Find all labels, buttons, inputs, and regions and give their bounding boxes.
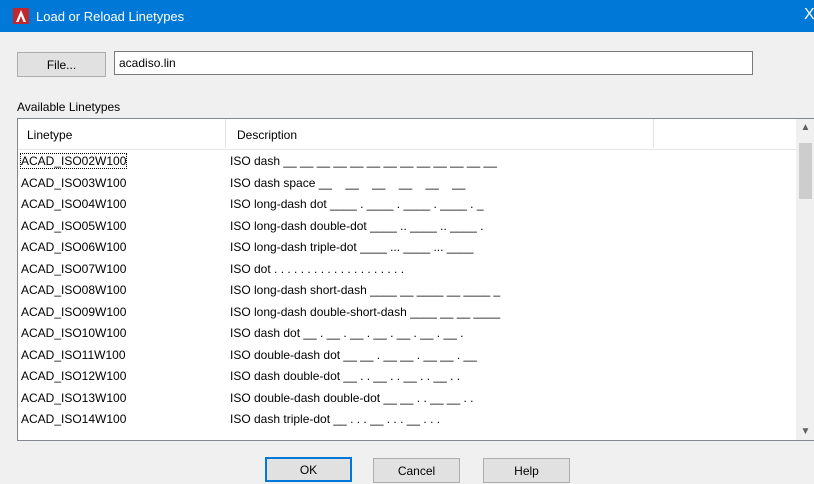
file-button[interactable]: File... bbox=[17, 52, 106, 77]
cancel-button[interactable]: Cancel bbox=[373, 458, 460, 483]
linetype-list[interactable]: Linetype Description ACAD_ISO02W100 ISO … bbox=[17, 118, 814, 441]
window-title: Load or Reload Linetypes bbox=[36, 9, 185, 24]
list-item[interactable]: ACAD_ISO11W100 ISO double-dash dot __ __… bbox=[18, 345, 798, 367]
title-bar: Load or Reload Linetypes X bbox=[0, 0, 814, 32]
vertical-scrollbar[interactable]: ▲ ▼ bbox=[796, 119, 814, 440]
linetype-description: ISO dash triple-dot __ . . . __ . . . __… bbox=[230, 412, 441, 426]
list-item[interactable]: ACAD_ISO12W100 ISO dash double-dot __ . … bbox=[18, 366, 798, 388]
linetype-name: ACAD_ISO03W100 bbox=[21, 175, 127, 190]
list-item[interactable]: ACAD_ISO05W100 ISO long-dash double-dot … bbox=[18, 216, 798, 238]
list-item[interactable]: ACAD_ISO08W100 ISO long-dash short-dash … bbox=[18, 280, 798, 302]
linetype-description: ISO dash space __ __ __ __ __ __ bbox=[230, 175, 466, 190]
linetype-name: ACAD_ISO09W100 bbox=[21, 304, 127, 319]
linetype-name: ACAD_ISO06W100 bbox=[21, 240, 127, 254]
linetype-name: ACAD_ISO11W100 bbox=[21, 347, 126, 362]
linetype-description: ISO dot . . . . . . . . . . . . . . . . … bbox=[230, 261, 405, 276]
column-divider[interactable] bbox=[653, 119, 654, 148]
column-header-description[interactable]: Description bbox=[237, 128, 297, 142]
list-item[interactable]: ACAD_ISO14W100 ISO dash triple-dot __ . … bbox=[18, 409, 798, 431]
linetype-description: ISO long-dash short-dash ____ __ ____ __… bbox=[230, 283, 501, 297]
close-icon[interactable]: X bbox=[804, 6, 814, 24]
list-item[interactable]: ACAD_ISO13W100 ISO double-dash double-do… bbox=[18, 388, 798, 410]
linetype-name: ACAD_ISO14W100 bbox=[21, 412, 127, 426]
list-item[interactable]: ACAD_ISO02W100 ISO dash __ __ __ __ __ _… bbox=[18, 151, 798, 173]
linetype-description: ISO dash dot __ . __ . __ . __ . __ . __… bbox=[230, 326, 464, 340]
column-header-linetype[interactable]: Linetype bbox=[27, 128, 72, 142]
linetype-name: ACAD_ISO12W100 bbox=[21, 369, 127, 383]
autocad-icon bbox=[13, 8, 29, 24]
list-item[interactable]: ACAD_ISO06W100 ISO long-dash triple-dot … bbox=[18, 237, 798, 259]
list-item[interactable]: ACAD_ISO07W100 ISO dot . . . . . . . . .… bbox=[18, 259, 798, 281]
linetype-description: ISO dash double-dot __ . . __ . . __ . .… bbox=[230, 369, 461, 383]
list-item[interactable]: ACAD_ISO09W100 ISO long-dash double-shor… bbox=[18, 302, 798, 324]
linetype-name: ACAD_ISO13W100 bbox=[21, 390, 127, 405]
linetype-name: ACAD_ISO04W100 bbox=[21, 197, 127, 211]
list-rows: ACAD_ISO02W100 ISO dash __ __ __ __ __ _… bbox=[18, 151, 798, 431]
linetype-description: ISO dash __ __ __ __ __ __ __ __ __ __ _… bbox=[230, 154, 497, 168]
list-header: Linetype Description bbox=[18, 119, 798, 150]
linetype-description: ISO long-dash dot ____ . ____ . ____ . _… bbox=[230, 197, 484, 211]
linetype-name: ACAD_ISO07W100 bbox=[21, 261, 127, 276]
available-linetypes-label: Available Linetypes bbox=[17, 100, 121, 114]
list-item[interactable]: ACAD_ISO03W100 ISO dash space __ __ __ _… bbox=[18, 173, 798, 195]
linetype-name: ACAD_ISO08W100 bbox=[21, 283, 127, 297]
scroll-up-arrow-icon[interactable]: ▲ bbox=[797, 119, 814, 136]
linetype-description: ISO long-dash double-short-dash ____ __ … bbox=[230, 304, 501, 319]
scroll-thumb[interactable] bbox=[799, 143, 812, 199]
linetype-file-input[interactable] bbox=[114, 51, 753, 75]
linetype-description: ISO double-dash dot __ __ . __ __ . __ _… bbox=[230, 347, 477, 362]
linetype-description: ISO double-dash double-dot __ __ . . __ … bbox=[230, 390, 474, 405]
linetype-description: ISO long-dash triple-dot ____ ... ____ .… bbox=[230, 240, 474, 254]
linetype-description: ISO long-dash double-dot ____ .. ____ ..… bbox=[230, 218, 484, 233]
list-item[interactable]: ACAD_ISO10W100 ISO dash dot __ . __ . __… bbox=[18, 323, 798, 345]
linetype-name: ACAD_ISO10W100 bbox=[21, 326, 127, 340]
list-item[interactable]: ACAD_ISO04W100 ISO long-dash dot ____ . … bbox=[18, 194, 798, 216]
linetype-name: ACAD_ISO02W100 bbox=[19, 153, 128, 169]
ok-button[interactable]: OK bbox=[265, 457, 352, 482]
column-divider[interactable] bbox=[225, 119, 226, 148]
scroll-down-arrow-icon[interactable]: ▼ bbox=[797, 423, 814, 440]
linetype-name: ACAD_ISO05W100 bbox=[21, 218, 127, 233]
help-button[interactable]: Help bbox=[483, 458, 570, 483]
